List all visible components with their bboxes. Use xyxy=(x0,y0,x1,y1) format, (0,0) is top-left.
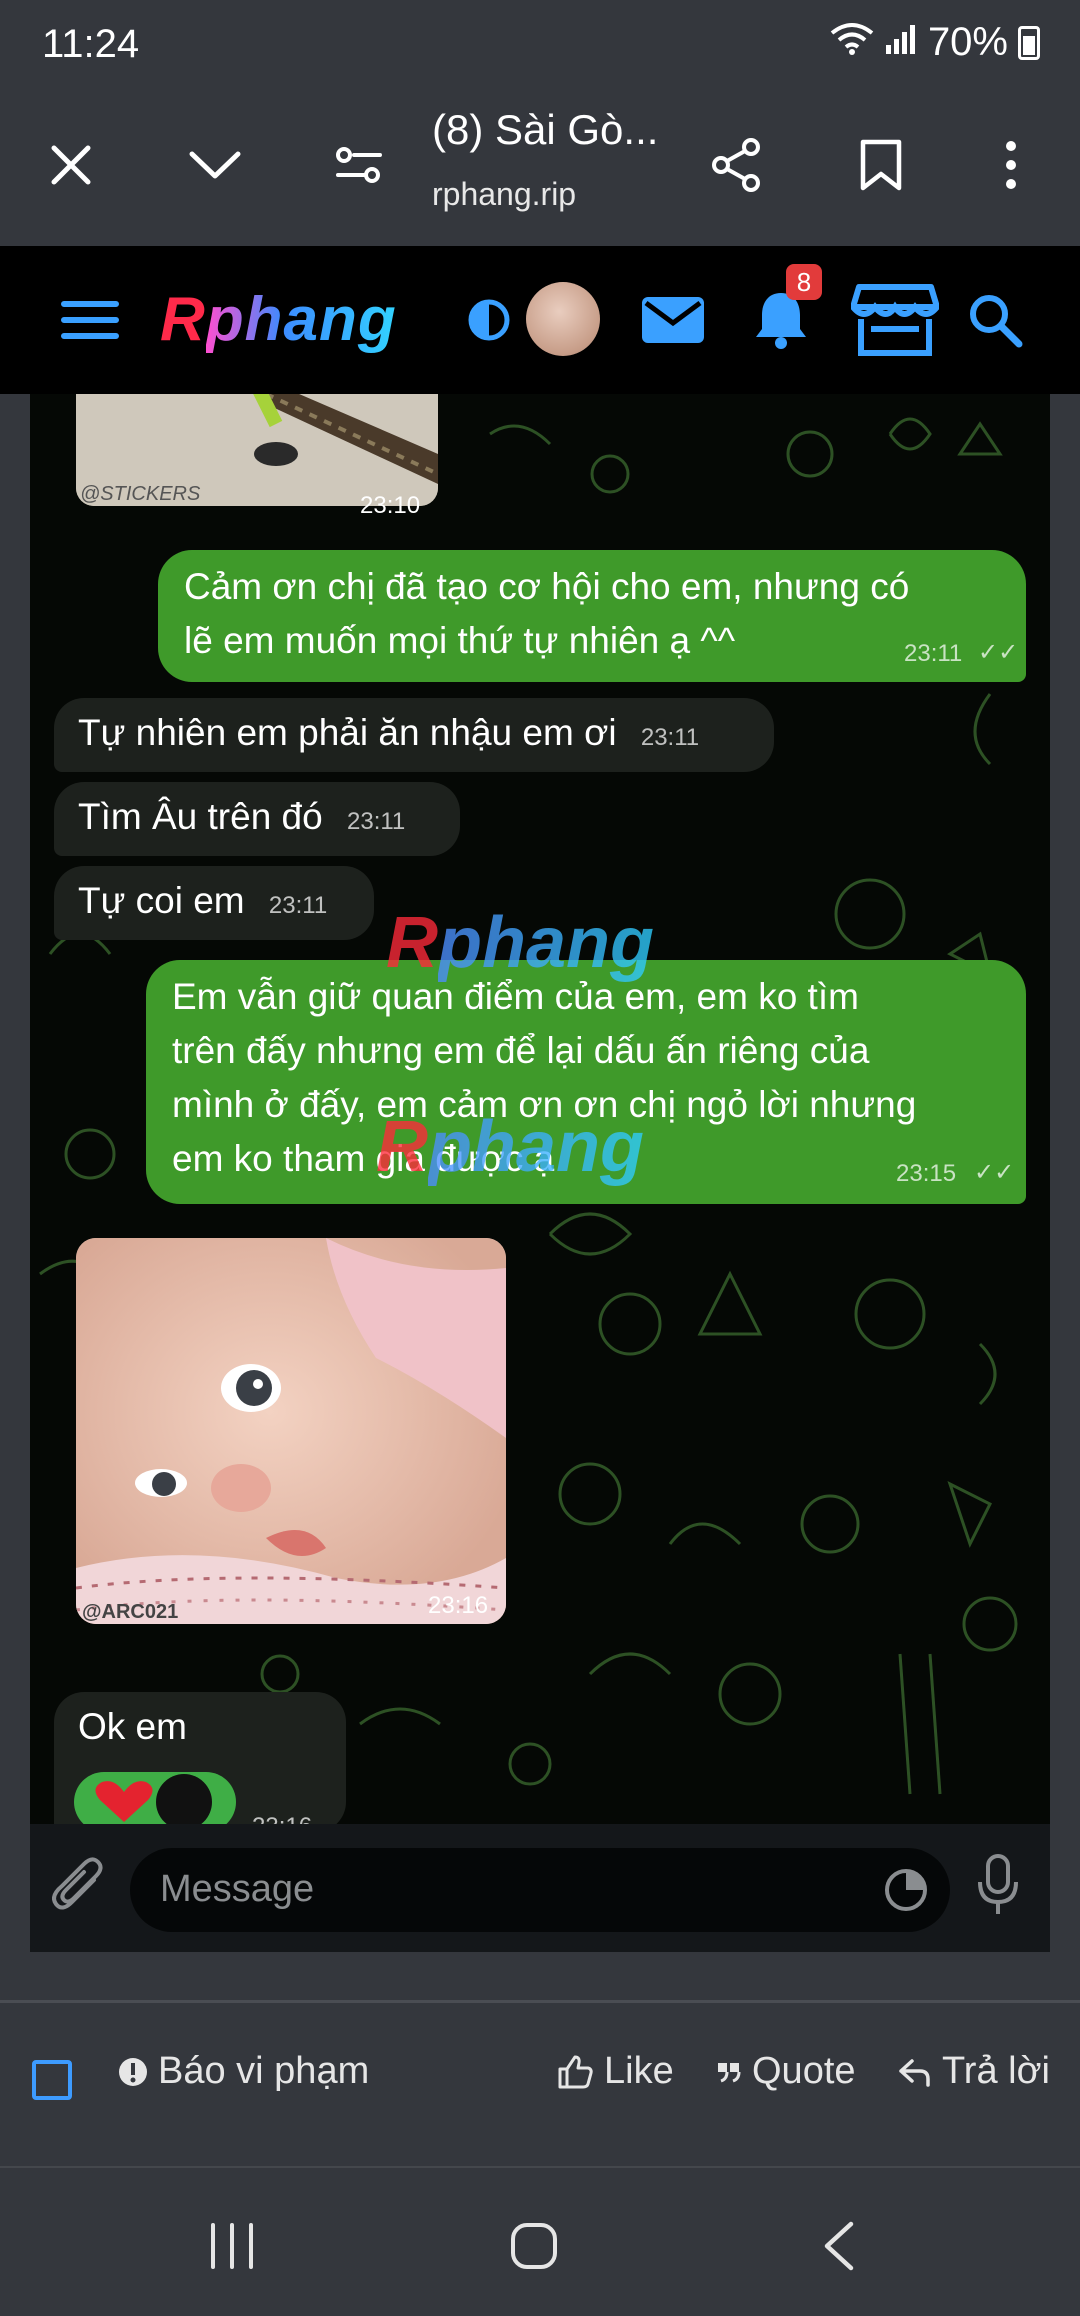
battery-percent: 70% xyxy=(927,20,1008,64)
chat-composer: Message xyxy=(30,1824,1050,1952)
message-line: trên đấy nhưng em để lại dấu ấn riêng củ… xyxy=(172,1030,870,1071)
incoming-message[interactable]: Tìm Âu trên đó 23:11 xyxy=(54,782,460,856)
like-label: Like xyxy=(604,2050,674,2092)
site-logo[interactable]: Rphang xyxy=(160,284,397,355)
sticker-image[interactable]: @STICKERS xyxy=(76,394,438,506)
thumbs-up-icon xyxy=(558,2055,593,2088)
message-placeholder: Message xyxy=(160,1868,315,1910)
read-check-icon: ✓✓ xyxy=(974,1159,1015,1186)
message-time: 23:11 xyxy=(347,808,406,835)
message-text: Tìm Âu trên đó xyxy=(78,796,323,837)
search-icon[interactable] xyxy=(958,278,1032,362)
message-time: 23:15 xyxy=(896,1160,957,1187)
like-button[interactable]: Like xyxy=(556,2050,674,2093)
photo-message[interactable]: @ARC021 xyxy=(76,1238,506,1624)
quote-button[interactable]: Quote xyxy=(716,2050,856,2093)
page-settings-icon[interactable] xyxy=(324,130,394,200)
watermark-letter: R xyxy=(376,1107,428,1187)
message-text: Tự coi em xyxy=(78,880,245,921)
message-text: Tự nhiên em phải ăn nhậu em ơi xyxy=(78,712,617,753)
message-line: Cảm ơn chị đã tạo cơ hội cho em, nhưng c… xyxy=(184,566,910,607)
report-label: Báo vi phạm xyxy=(158,2050,370,2092)
avatar[interactable] xyxy=(526,282,600,356)
message-time: 23:11 xyxy=(640,724,700,751)
attach-icon[interactable] xyxy=(52,1856,104,1921)
store-icon[interactable] xyxy=(848,278,942,362)
reaction-pill[interactable] xyxy=(74,1772,236,1824)
page-title: (8) Sài Gò... xyxy=(432,106,659,153)
quote-icon xyxy=(718,2062,741,2082)
wifi-icon xyxy=(830,20,874,65)
message-line: lẽ em muốn mọi thứ tự nhiên ạ ^^ xyxy=(184,620,736,661)
message-time: 23:11 xyxy=(268,892,328,919)
sticker-watermark: @STICKERS xyxy=(80,483,201,505)
read-check-icon: ✓✓ xyxy=(978,639,1019,666)
reply-icon xyxy=(899,2058,930,2087)
mail-icon[interactable] xyxy=(636,278,710,362)
status-bar: 11:24 70% xyxy=(0,0,1080,92)
message-time: 23:10 xyxy=(360,492,421,519)
close-icon[interactable] xyxy=(36,130,106,200)
status-time: 11:24 xyxy=(42,22,140,66)
notification-badge: 8 xyxy=(786,264,822,300)
bookmark-icon[interactable] xyxy=(846,130,916,200)
recent-apps-icon[interactable] xyxy=(192,2216,272,2276)
site-header: Rphang 8 xyxy=(0,246,1080,394)
alert-icon xyxy=(119,2057,147,2086)
incoming-message[interactable]: Tự nhiên em phải ăn nhậu em ơi 23:11 xyxy=(54,698,774,772)
message-time: 23:11 xyxy=(904,640,963,667)
chat-screenshot: @STICKERS 23:10 Cảm ơn chị đã tạo cơ hội… xyxy=(30,394,1050,1824)
back-icon[interactable] xyxy=(798,2216,878,2276)
watermark-letter: R xyxy=(386,903,438,983)
watermark-word: phang xyxy=(428,1107,644,1187)
microphone-icon[interactable] xyxy=(974,1852,1022,1923)
reply-button[interactable]: Trả lời xyxy=(898,2050,1050,2093)
logo-word: phang xyxy=(205,285,397,354)
message-text: Ok em xyxy=(78,1706,187,1747)
divider xyxy=(0,2000,1080,2003)
post-content: @STICKERS 23:10 Cảm ơn chị đã tạo cơ hội… xyxy=(0,394,1080,2003)
screen: 11:24 70% (8) Sài Gò... rphang.rip Rphan… xyxy=(0,0,1080,2316)
sticker-icon[interactable] xyxy=(882,1866,930,1919)
logo-letter: R xyxy=(160,285,206,354)
hamburger-menu-icon[interactable] xyxy=(50,278,130,362)
post-action-bar: Báo vi phạm Like Quote Trả lời xyxy=(0,2004,1080,2154)
theme-toggle-icon[interactable] xyxy=(460,278,518,362)
site-watermark: Rphang xyxy=(376,1106,644,1188)
home-icon[interactable] xyxy=(494,2216,574,2276)
photo-watermark: @ARC021 xyxy=(82,1601,178,1623)
report-button[interactable]: Báo vi phạm xyxy=(118,2050,369,2093)
incoming-message[interactable]: Ok em 23:16 xyxy=(54,1692,346,1824)
message-time: 23:16 xyxy=(252,1800,312,1824)
heart-icon xyxy=(95,1774,212,1824)
more-vert-icon[interactable] xyxy=(976,130,1046,200)
page-url[interactable]: rphang.rip xyxy=(432,176,576,213)
share-icon[interactable] xyxy=(702,130,772,200)
quote-label: Quote xyxy=(752,2050,856,2092)
reply-label: Trả lời xyxy=(942,2050,1050,2092)
browser-toolbar: (8) Sài Gò... rphang.rip xyxy=(0,92,1080,246)
incoming-message[interactable]: Tự coi em 23:11 xyxy=(54,866,374,940)
chevron-down-icon[interactable] xyxy=(180,130,250,200)
battery-icon xyxy=(1018,25,1040,60)
site-watermark: Rphang xyxy=(386,902,654,984)
signal-icon xyxy=(884,20,918,65)
message-input[interactable]: Message xyxy=(130,1848,950,1932)
select-post-checkbox[interactable] xyxy=(32,2060,72,2100)
outgoing-message[interactable]: Cảm ơn chị đã tạo cơ hội cho em, nhưng c… xyxy=(158,550,1026,682)
message-time: 23:16 xyxy=(428,1592,489,1619)
system-nav-bar xyxy=(0,2166,1080,2316)
watermark-word: phang xyxy=(438,903,654,983)
status-icons: 70% xyxy=(830,20,1040,65)
